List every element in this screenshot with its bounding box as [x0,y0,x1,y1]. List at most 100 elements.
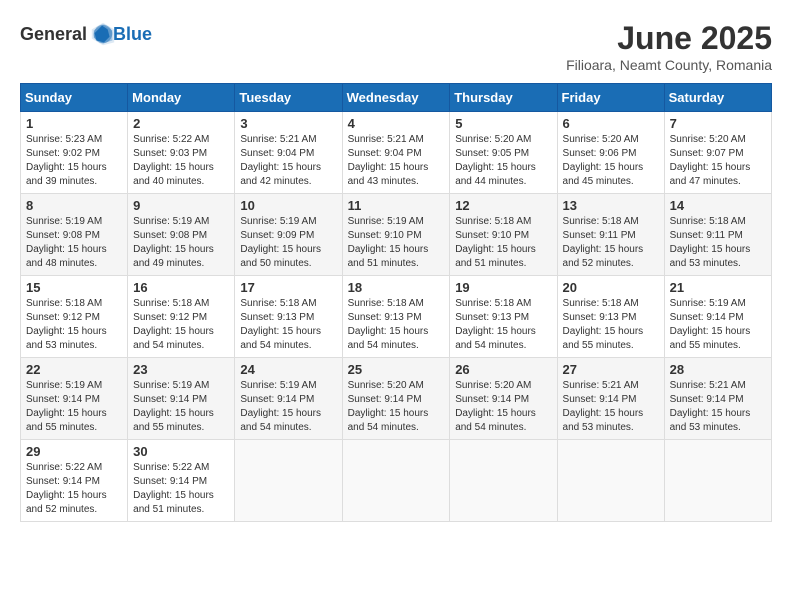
logo: General Blue [20,20,152,48]
day-number: 12 [455,198,551,213]
header-sunday: Sunday [21,84,128,112]
calendar-week-row: 29 Sunrise: 5:22 AM Sunset: 9:14 PM Dayli… [21,440,772,522]
day-info: Sunrise: 5:22 AM Sunset: 9:03 PM Dayligh… [133,133,229,189]
day-info: Sunrise: 5:18 AM Sunset: 9:13 PM Dayligh… [455,297,551,353]
day-number: 30 [133,444,229,459]
day-info: Sunrise: 5:19 AM Sunset: 9:14 PM Dayligh… [26,379,122,435]
day-number: 25 [348,362,445,377]
day-number: 29 [26,444,122,459]
calendar-cell: 7 Sunrise: 5:20 AM Sunset: 9:07 PM Daylig… [664,112,771,194]
calendar-cell: 19 Sunrise: 5:18 AM Sunset: 9:13 PM Dayli… [450,276,557,358]
day-info: Sunrise: 5:18 AM Sunset: 9:13 PM Dayligh… [563,297,659,353]
title-area: June 2025 Filioara, Neamt County, Romani… [566,20,772,73]
day-number: 13 [563,198,659,213]
day-info: Sunrise: 5:19 AM Sunset: 9:14 PM Dayligh… [133,379,229,435]
calendar-week-row: 1 Sunrise: 5:23 AM Sunset: 9:02 PM Daylig… [21,112,772,194]
day-info: Sunrise: 5:22 AM Sunset: 9:14 PM Dayligh… [26,461,122,517]
day-info: Sunrise: 5:20 AM Sunset: 9:14 PM Dayligh… [455,379,551,435]
day-info: Sunrise: 5:20 AM Sunset: 9:07 PM Dayligh… [670,133,766,189]
calendar-cell: 15Sunrise: 5:18 AM Sunset: 9:12 PM Dayli… [21,276,128,358]
calendar-header-row: SundayMondayTuesdayWednesdayThursdayFrid… [21,84,772,112]
calendar-cell: 21Sunrise: 5:19 AM Sunset: 9:14 PM Dayli… [664,276,771,358]
calendar-cell: 10Sunrise: 5:19 AM Sunset: 9:09 PM Dayli… [235,194,342,276]
day-number: 19 [455,280,551,295]
day-info: Sunrise: 5:19 AM Sunset: 9:14 PM Dayligh… [240,379,336,435]
day-number: 22 [26,362,122,377]
calendar-cell [342,440,450,522]
calendar-cell [450,440,557,522]
page-header: General Blue June 2025 Filioara, Neamt C… [20,20,772,73]
calendar-cell [557,440,664,522]
calendar-cell: 28Sunrise: 5:21 AM Sunset: 9:14 PM Dayli… [664,358,771,440]
day-info: Sunrise: 5:19 AM Sunset: 9:08 PM Dayligh… [26,215,122,271]
day-number: 7 [670,116,766,131]
calendar-cell: 20 Sunrise: 5:18 AM Sunset: 9:13 PM Dayli… [557,276,664,358]
logo-blue-text: Blue [113,24,152,45]
day-info: Sunrise: 5:20 AM Sunset: 9:14 PM Dayligh… [348,379,445,435]
day-info: Sunrise: 5:21 AM Sunset: 9:14 PM Dayligh… [563,379,659,435]
calendar-cell: 13 Sunrise: 5:18 AM Sunset: 9:11 PM Dayli… [557,194,664,276]
day-number: 18 [348,280,445,295]
day-info: Sunrise: 5:20 AM Sunset: 9:06 PM Dayligh… [563,133,659,189]
day-number: 11 [348,198,445,213]
calendar-cell: 24 Sunrise: 5:19 AM Sunset: 9:14 PM Dayli… [235,358,342,440]
header-saturday: Saturday [664,84,771,112]
day-number: 27 [563,362,659,377]
day-info: Sunrise: 5:18 AM Sunset: 9:11 PM Dayligh… [670,215,766,271]
day-number: 8 [26,198,122,213]
logo-general-text: General [20,24,87,45]
day-number: 4 [348,116,445,131]
calendar-cell: 22 Sunrise: 5:19 AM Sunset: 9:14 PM Dayli… [21,358,128,440]
calendar-cell: 23Sunrise: 5:19 AM Sunset: 9:14 PM Dayli… [128,358,235,440]
day-info: Sunrise: 5:20 AM Sunset: 9:05 PM Dayligh… [455,133,551,189]
calendar-cell: 17Sunrise: 5:18 AM Sunset: 9:13 PM Dayli… [235,276,342,358]
day-number: 6 [563,116,659,131]
day-number: 15 [26,280,122,295]
calendar-cell: 5 Sunrise: 5:20 AM Sunset: 9:05 PM Daylig… [450,112,557,194]
day-number: 17 [240,280,336,295]
header-monday: Monday [128,84,235,112]
day-info: Sunrise: 5:19 AM Sunset: 9:10 PM Dayligh… [348,215,445,271]
calendar-week-row: 15 Sunrise: 5:18 AM Sunset: 9:12 PM Dayli… [21,276,772,358]
calendar-cell: 2Sunrise: 5:22 AM Sunset: 9:03 PM Daylig… [128,112,235,194]
calendar-week-row: 8 Sunrise: 5:19 AM Sunset: 9:08 PM Daylig… [21,194,772,276]
day-number: 9 [133,198,229,213]
day-info: Sunrise: 5:22 AM Sunset: 9:14 PM Dayligh… [133,461,229,517]
calendar-cell: 9 Sunrise: 5:19 AM Sunset: 9:08 PM Daylig… [128,194,235,276]
day-number: 10 [240,198,336,213]
calendar-cell: 11 Sunrise: 5:19 AM Sunset: 9:10 PM Dayli… [342,194,450,276]
calendar-cell: 1 Sunrise: 5:23 AM Sunset: 9:02 PM Daylig… [21,112,128,194]
day-info: Sunrise: 5:18 AM Sunset: 9:13 PM Dayligh… [348,297,445,353]
day-info: Sunrise: 5:19 AM Sunset: 9:08 PM Dayligh… [133,215,229,271]
day-number: 3 [240,116,336,131]
day-info: Sunrise: 5:21 AM Sunset: 9:04 PM Dayligh… [240,133,336,189]
calendar-table: SundayMondayTuesdayWednesdayThursdayFrid… [20,83,772,522]
day-number: 1 [26,116,122,131]
calendar-cell: 12 Sunrise: 5:18 AM Sunset: 9:10 PM Dayli… [450,194,557,276]
day-number: 5 [455,116,551,131]
day-info: Sunrise: 5:23 AM Sunset: 9:02 PM Dayligh… [26,133,122,189]
calendar-cell: 16Sunrise: 5:18 AM Sunset: 9:12 PM Dayli… [128,276,235,358]
day-number: 24 [240,362,336,377]
day-number: 20 [563,280,659,295]
header-friday: Friday [557,84,664,112]
calendar-cell: 18 Sunrise: 5:18 AM Sunset: 9:13 PM Dayli… [342,276,450,358]
day-info: Sunrise: 5:21 AM Sunset: 9:04 PM Dayligh… [348,133,445,189]
calendar-cell: 26 Sunrise: 5:20 AM Sunset: 9:14 PM Dayli… [450,358,557,440]
calendar-cell: 29 Sunrise: 5:22 AM Sunset: 9:14 PM Dayli… [21,440,128,522]
calendar-cell: 4 Sunrise: 5:21 AM Sunset: 9:04 PM Daylig… [342,112,450,194]
day-number: 26 [455,362,551,377]
day-info: Sunrise: 5:18 AM Sunset: 9:12 PM Dayligh… [133,297,229,353]
calendar-cell: 6 Sunrise: 5:20 AM Sunset: 9:06 PM Daylig… [557,112,664,194]
day-info: Sunrise: 5:18 AM Sunset: 9:10 PM Dayligh… [455,215,551,271]
header-tuesday: Tuesday [235,84,342,112]
day-info: Sunrise: 5:21 AM Sunset: 9:14 PM Dayligh… [670,379,766,435]
day-info: Sunrise: 5:18 AM Sunset: 9:11 PM Dayligh… [563,215,659,271]
calendar-cell: 25 Sunrise: 5:20 AM Sunset: 9:14 PM Dayli… [342,358,450,440]
day-number: 14 [670,198,766,213]
header-thursday: Thursday [450,84,557,112]
calendar-cell: 30 Sunrise: 5:22 AM Sunset: 9:14 PM Dayli… [128,440,235,522]
location-title: Filioara, Neamt County, Romania [566,57,772,73]
calendar-cell [235,440,342,522]
calendar-cell: 27 Sunrise: 5:21 AM Sunset: 9:14 PM Dayli… [557,358,664,440]
